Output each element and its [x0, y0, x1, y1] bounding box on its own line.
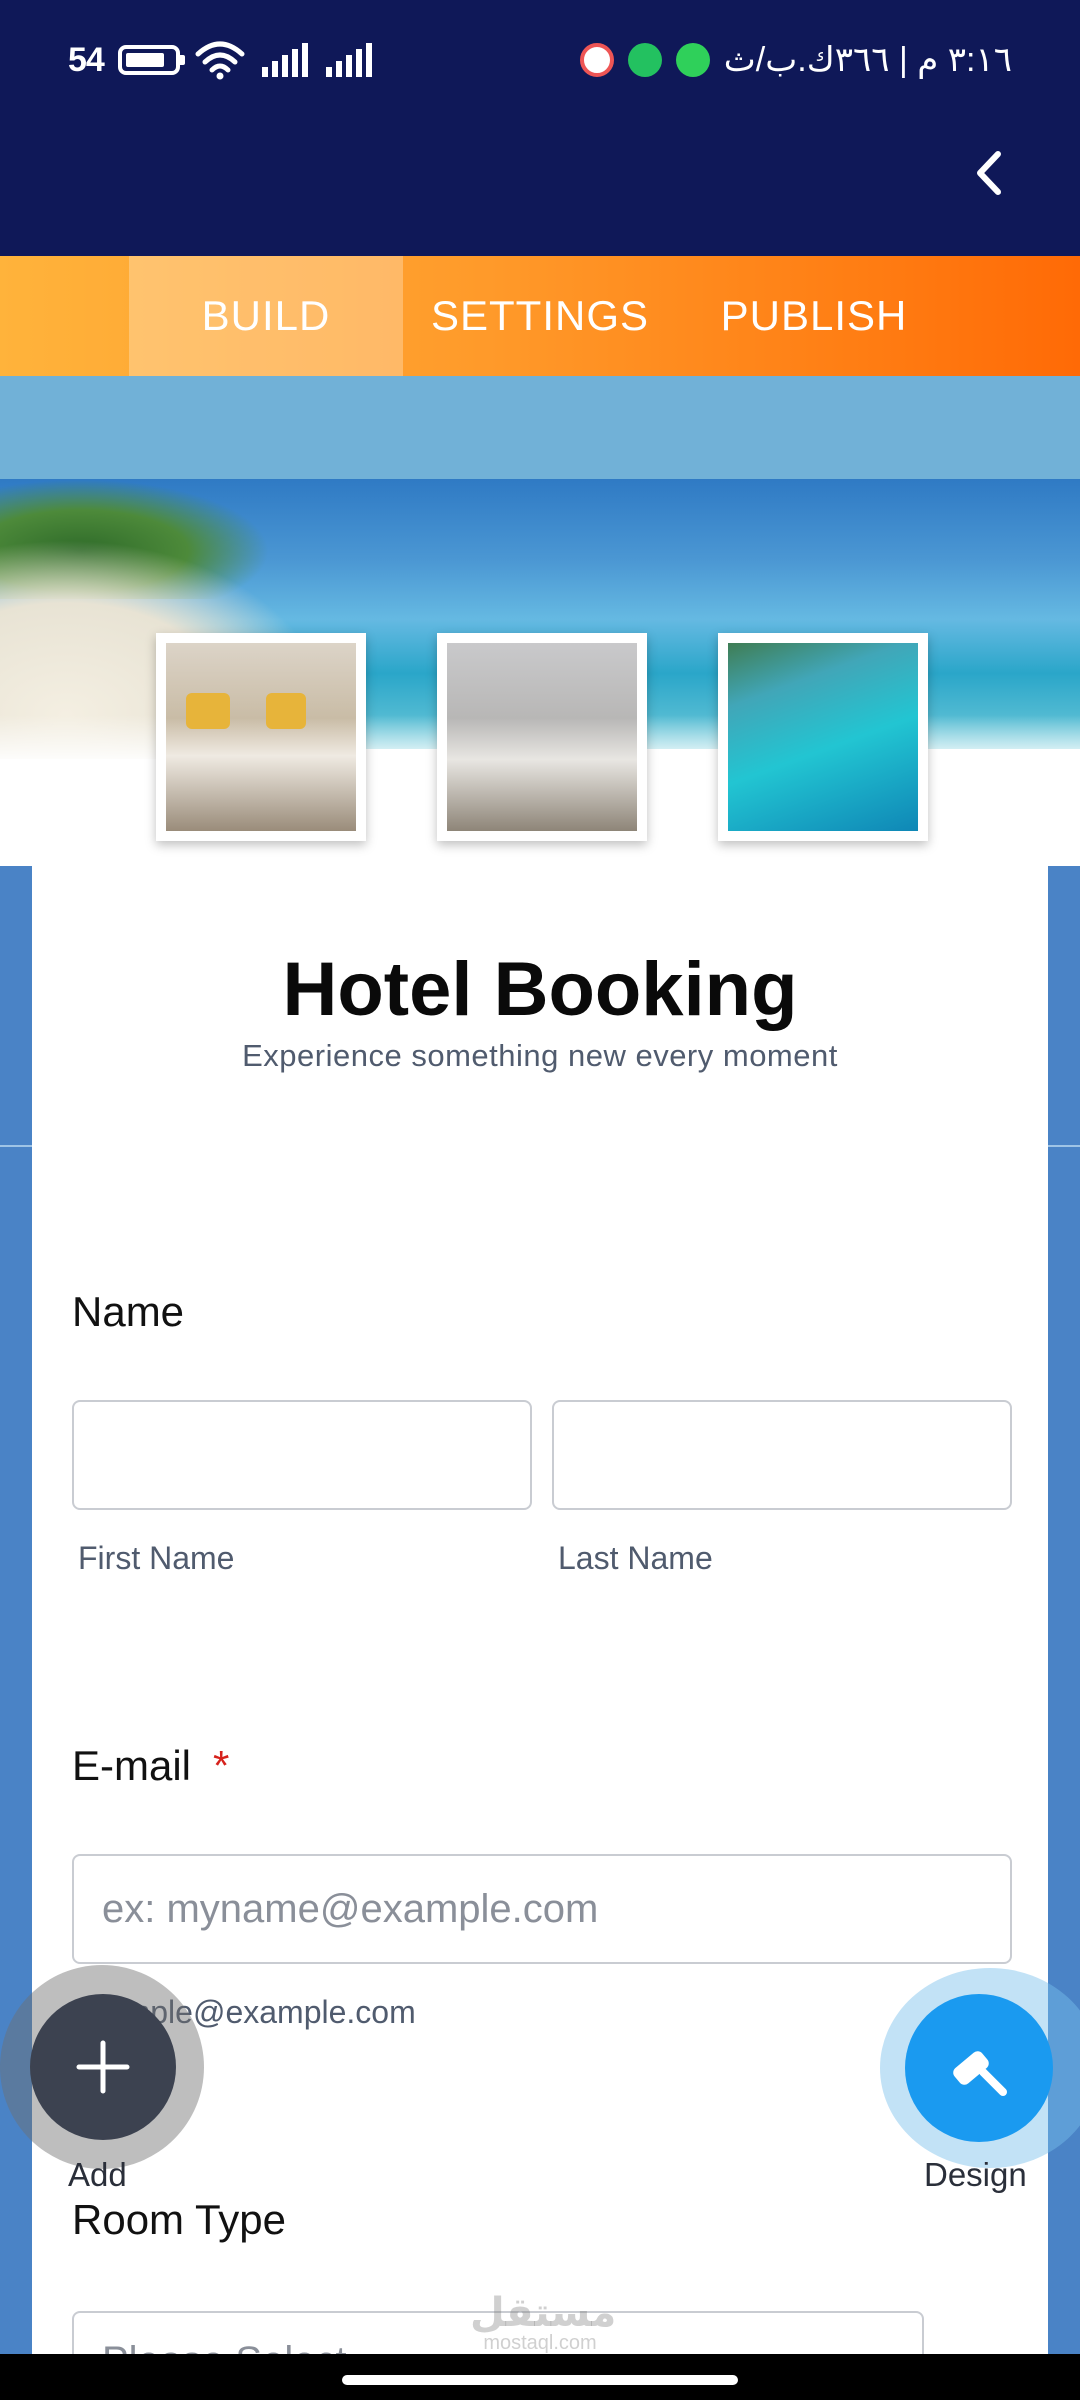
notification-app-icon — [579, 43, 614, 77]
divider-right — [1048, 1145, 1080, 1147]
wifi-icon — [195, 41, 245, 80]
whatsapp-icon — [675, 43, 710, 77]
email-label: E-mail — [72, 1742, 192, 1789]
email-input[interactable] — [72, 1854, 1012, 1964]
tab-publish[interactable]: PUBLISH — [677, 256, 951, 376]
status-bar-left: 54 — [68, 38, 374, 82]
battery-percentage: 54 — [68, 40, 105, 79]
back-chevron-icon[interactable] — [966, 148, 1016, 198]
plus-icon — [76, 2040, 130, 2094]
hotel-photo-breakfast — [156, 633, 366, 841]
tab-build[interactable]: BUILD — [129, 256, 403, 376]
email-label-row[interactable]: E-mail * — [72, 1742, 229, 1790]
builder-tabs: BUILD SETTINGS PUBLISH — [0, 256, 1080, 376]
divider-left — [0, 1145, 32, 1147]
first-name-sublabel: First Name — [78, 1540, 235, 1576]
name-label[interactable]: Name — [72, 1288, 184, 1336]
signal-icon-2 — [325, 43, 372, 77]
paint-roller-icon — [953, 2051, 1007, 2096]
form-subtitle[interactable]: Experience something new every moment — [32, 1038, 1048, 1074]
design-button[interactable] — [905, 1994, 1053, 2142]
form-card: Hotel Booking Experience something new e… — [32, 866, 1048, 2391]
home-indicator[interactable] — [342, 2375, 738, 2385]
form-title[interactable]: Hotel Booking — [32, 946, 1048, 1033]
tab-settings[interactable]: SETTINGS — [403, 256, 677, 376]
last-name-input[interactable] — [552, 1400, 1012, 1510]
battery-icon — [117, 45, 185, 75]
hero-banner — [0, 479, 1080, 866]
watermark-logo: مستقل mostaql.com — [470, 2291, 617, 2354]
signal-icon — [261, 43, 308, 77]
first-name-input[interactable] — [72, 1400, 532, 1510]
status-bar-right: ٣:١٦ م | ٣٦٦ك.ب/ث — [579, 38, 1012, 82]
last-name-sublabel: Last Name — [558, 1540, 713, 1576]
room-type-label[interactable]: Room Type — [72, 2196, 286, 2244]
charging-app-icon — [627, 43, 662, 77]
header-band — [0, 376, 1080, 479]
add-button-label[interactable]: Add — [68, 2156, 127, 2194]
required-asterisk: * — [213, 1742, 230, 1789]
status-time: ٣:١٦ م | ٣٦٦ك.ب/ث — [723, 41, 1012, 79]
hotel-photo-bedroom — [437, 633, 647, 841]
add-button[interactable] — [30, 1994, 176, 2140]
app-header: 54 ٣:١٦ م | ٣٦٦ك.ب/ث — [0, 0, 1080, 256]
design-button-label[interactable]: Design — [924, 2156, 1027, 2194]
hotel-photo-lagoon — [718, 633, 928, 841]
